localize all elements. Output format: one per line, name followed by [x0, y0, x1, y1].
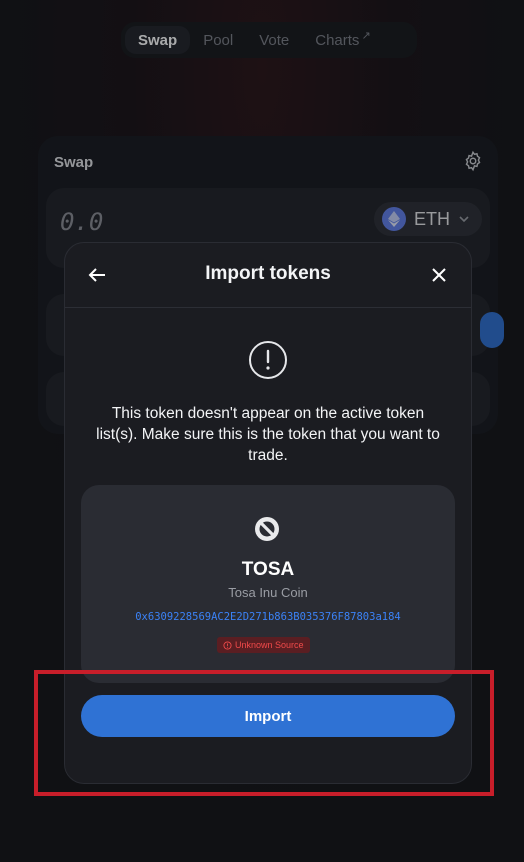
modal-title: Import tokens	[205, 263, 331, 284]
source-badge-label: Unknown Source	[235, 640, 304, 650]
token-name: Tosa Inu Coin	[228, 585, 308, 600]
unknown-source-badge: Unknown Source	[217, 637, 310, 653]
warning-icon	[249, 341, 287, 379]
modal-header: Import tokens	[65, 243, 471, 308]
token-symbol: TOSA	[241, 559, 295, 580]
blocked-icon	[255, 517, 279, 541]
warning-message: This token doesn't appear on the active …	[96, 405, 440, 464]
token-info-card: TOSA Tosa Inu Coin 0x6309228569AC2E2D271…	[81, 485, 455, 683]
token-address-link[interactable]: 0x6309228569AC2E2D271b863B035376F87803a1…	[81, 611, 455, 623]
close-icon[interactable]	[427, 263, 451, 287]
alert-circle-icon	[223, 640, 232, 650]
highlight-box	[34, 670, 494, 796]
